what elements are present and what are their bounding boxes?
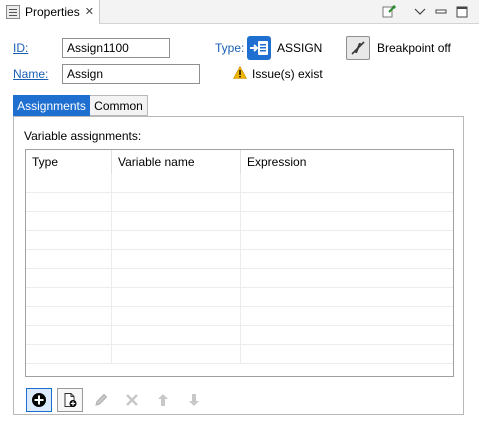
tab-assignments[interactable]: Assignments (13, 95, 90, 116)
assignments-panel: Variable assignments: Type Variable name… (13, 116, 464, 415)
table-row[interactable] (26, 174, 453, 193)
properties-tab-folder: Assignments Common Variable assignments:… (13, 95, 464, 415)
name-field[interactable] (62, 64, 200, 84)
assignments-toolbar (26, 388, 212, 414)
name-label[interactable]: Name: (13, 67, 48, 81)
move-up-icon (158, 394, 168, 406)
column-header-type[interactable]: Type (26, 150, 112, 174)
minimize-icon[interactable] (432, 3, 450, 21)
move-down-button[interactable] (181, 388, 207, 412)
id-field[interactable] (62, 38, 170, 58)
edit-icon (95, 393, 108, 406)
table-header: Type Variable name Expression (26, 150, 453, 174)
breakpoint-off-icon (351, 41, 365, 55)
properties-view-tab[interactable]: Properties ✕ (0, 0, 100, 24)
breakpoint-toggle-button[interactable] (346, 36, 370, 60)
maximize-icon[interactable] (453, 3, 471, 21)
section-label: Variable assignments: (24, 129, 142, 143)
type-label: Type: (215, 41, 245, 55)
assign-type-icon (247, 36, 271, 60)
tab-common[interactable]: Common (90, 95, 148, 116)
issue-status-label: Issue(s) exist (252, 67, 323, 81)
add-button[interactable] (26, 388, 52, 412)
delete-icon (126, 394, 138, 406)
table-row[interactable] (26, 288, 453, 307)
id-label: ID: (13, 41, 29, 55)
edit-button[interactable] (88, 388, 114, 412)
delete-button[interactable] (119, 388, 145, 412)
table-row[interactable] (26, 326, 453, 345)
close-icon[interactable]: ✕ (85, 6, 94, 18)
move-down-icon (189, 394, 199, 406)
table-body (26, 174, 453, 364)
type-value: ASSIGN (277, 41, 323, 55)
table-row[interactable] (26, 212, 453, 231)
view-tab-bar: Properties ✕ (0, 0, 479, 24)
column-header-variable-name[interactable]: Variable name (112, 150, 241, 174)
properties-icon (6, 5, 20, 19)
table-row[interactable] (26, 250, 453, 269)
add-icon (32, 393, 46, 407)
table-row[interactable] (26, 193, 453, 212)
pin-icon[interactable] (380, 3, 398, 21)
table-row[interactable] (26, 269, 453, 288)
column-header-expression[interactable]: Expression (241, 150, 453, 174)
warning-icon (232, 65, 248, 79)
table-row[interactable] (26, 345, 453, 364)
view-tab-label: Properties (25, 5, 80, 19)
table-row[interactable] (26, 231, 453, 250)
view-menu-icon[interactable] (411, 3, 429, 21)
breakpoint-label: Breakpoint off (377, 41, 451, 55)
table-row[interactable] (26, 307, 453, 326)
assignments-table[interactable]: Type Variable name Expression (25, 149, 454, 377)
add-copy-icon (64, 393, 77, 407)
move-up-button[interactable] (150, 388, 176, 412)
add-copy-button[interactable] (57, 388, 83, 412)
